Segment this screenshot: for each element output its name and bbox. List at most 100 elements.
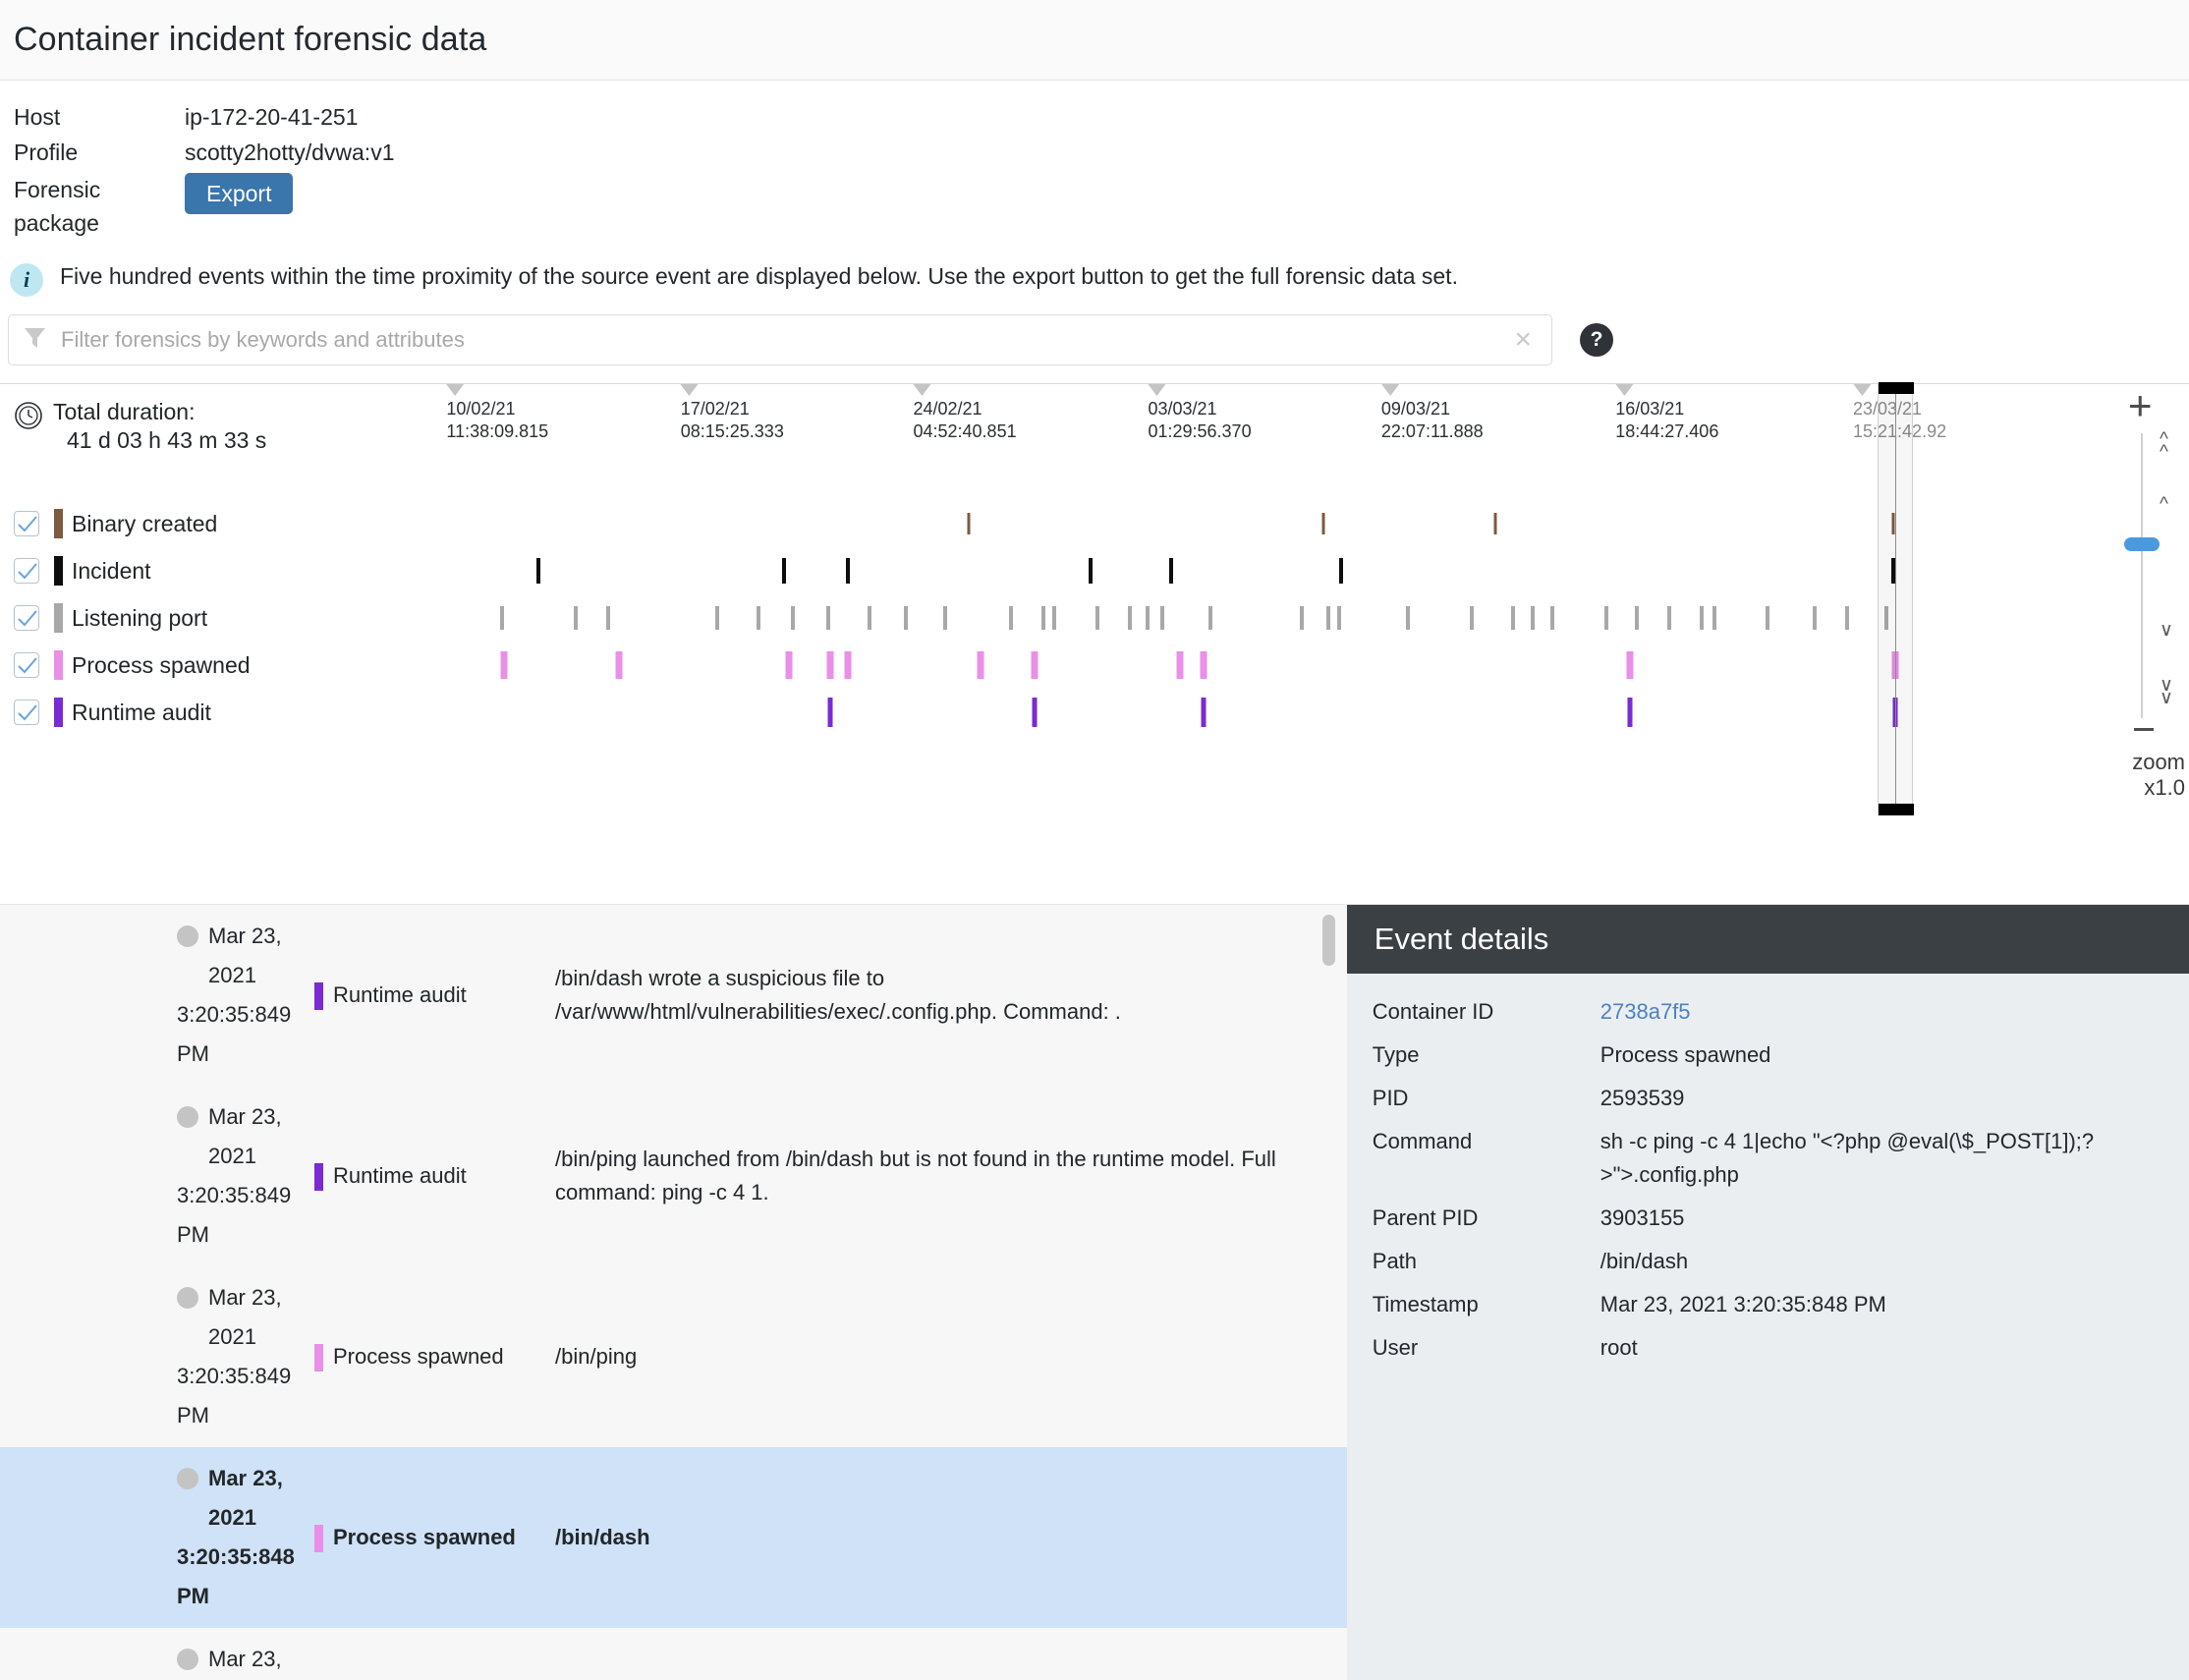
timeline-event-mark[interactable] [1008,606,1013,630]
track-legend-item[interactable]: Binary created [14,500,251,547]
timeline-event-mark[interactable] [1765,606,1769,630]
timeline-event-mark[interactable] [1510,606,1515,630]
timeline-event-mark[interactable] [1700,606,1705,630]
timeline-event-mark[interactable] [1626,651,1634,679]
timeline-event-mark[interactable] [977,651,984,679]
timeline-event-mark[interactable] [1145,606,1150,630]
timeline-selection-window[interactable] [1878,382,1915,815]
track-legend-item[interactable]: Process spawned [14,642,251,689]
timeline-event-mark[interactable] [1128,606,1133,630]
timeline-event-mark[interactable] [1493,513,1497,534]
timeline-event-mark[interactable] [500,651,508,679]
timeline-event-mark[interactable] [1051,606,1056,630]
timeline-event-mark[interactable] [1200,651,1207,679]
timeline-event-mark[interactable] [1032,698,1038,727]
timeline-event-mark[interactable] [606,606,611,630]
profile-label: Profile [14,140,79,165]
detail-row: Type Process spawned [1373,1038,2189,1072]
timeline-event-mark[interactable] [499,606,504,630]
timeline-event-mark[interactable] [1634,606,1639,630]
timeline-lane[interactable] [462,689,2083,736]
track-legend-item[interactable]: Runtime audit [14,689,251,736]
zoom-slider-track[interactable] [2141,433,2143,718]
timeline-event-mark[interactable] [826,651,834,679]
selection-handle-top[interactable] [1879,382,1915,394]
event-row[interactable]: Mar 23, 20213:20:09:895 PMRuntime audit/… [0,1628,1347,1680]
zoom-up-icon[interactable]: ^ [2160,495,2168,514]
timeline-lane[interactable] [462,500,2083,547]
timeline-event-mark[interactable] [1336,606,1341,630]
timeline-event-mark[interactable] [1031,651,1038,679]
timeline-event-mark[interactable] [1469,606,1474,630]
timeline-event-mark[interactable] [1160,606,1165,630]
track-legend-item[interactable]: Incident [14,547,251,594]
timeline-event-mark[interactable] [1208,606,1213,630]
timeline-event-mark[interactable] [827,698,833,727]
timeline-event-mark[interactable] [1176,651,1184,679]
timeline-event-mark[interactable] [1627,698,1633,727]
timeline-event-mark[interactable] [845,558,850,584]
timeline-event-mark[interactable] [1201,698,1207,727]
timeline-event-mark[interactable] [1712,606,1717,630]
timeline-event-mark[interactable] [825,606,830,630]
timeline-event-mark[interactable] [1666,606,1671,630]
timeline-event-mark[interactable] [573,606,578,630]
zoom-in-button[interactable]: + [2128,385,2153,426]
scrollbar-thumb[interactable] [1321,915,1335,966]
detail-value[interactable]: 2738a7f5 [1600,995,2189,1029]
timeline-lane[interactable] [462,642,2083,689]
track-checkbox[interactable] [14,652,39,678]
timeline-event-mark[interactable] [782,558,787,584]
zoom-down-icon[interactable]: ∨ [2160,621,2173,640]
timeline-event-mark[interactable] [1813,606,1818,630]
timeline-event-mark[interactable] [1338,558,1343,584]
timeline-plot[interactable]: 10/02/21 11:38:09.815 17/02/21 08:15:25.333… [446,382,2083,815]
timeline-event-mark[interactable] [943,606,948,630]
timeline-event-mark[interactable] [791,606,796,630]
timeline-event-mark[interactable] [1169,558,1174,584]
timeline-event-mark[interactable] [1549,606,1554,630]
timeline-event-mark[interactable] [1300,606,1305,630]
close-icon[interactable]: × [1514,325,1532,355]
filter-box[interactable]: × [8,314,1552,365]
timeline-event-mark[interactable] [714,606,719,630]
track-legend-item[interactable]: Listening port [14,594,251,642]
timeline-event-mark[interactable] [756,606,760,630]
timeline-event-mark[interactable] [867,606,871,630]
event-row[interactable]: Mar 23, 2021 3:20:35:849 PM Runtime audit /… [0,1086,1347,1266]
track-checkbox[interactable] [14,558,39,584]
export-button[interactable]: Export [185,173,294,215]
zoom-out-button[interactable] [2134,728,2154,731]
timeline-event-mark[interactable] [785,651,793,679]
timeline-event-mark[interactable] [1845,606,1850,630]
timeline-event-mark[interactable] [967,513,971,534]
timeline-event-mark[interactable] [1095,606,1100,630]
zoom-slider-thumb[interactable] [2124,537,2160,551]
timeline-event-mark[interactable] [1321,513,1325,534]
selection-handle-bottom[interactable] [1879,804,1915,815]
event-row[interactable]: Mar 23, 2021 3:20:35:849 PM Process spawne… [0,1266,1347,1447]
event-row[interactable]: Mar 23, 2021 3:20:35:849 PM Runtime audit /… [0,905,1347,1086]
timeline-event-mark[interactable] [536,558,541,584]
search-input[interactable] [59,315,1515,364]
timeline-event-mark[interactable] [844,651,852,679]
selection-needle [1895,394,1897,805]
timeline-event-mark[interactable] [1040,606,1045,630]
timeline-event-mark[interactable] [1406,606,1411,630]
zoom-down-double-icon[interactable]: ∨ ∨ [2160,676,2173,707]
timeline-event-mark[interactable] [1603,606,1608,630]
timeline-event-mark[interactable] [904,606,909,630]
track-checkbox[interactable] [14,511,39,536]
timeline-lane[interactable] [462,594,2083,642]
timeline-event-mark[interactable] [1325,606,1330,630]
timeline-event-mark[interactable] [615,651,623,679]
zoom-up-double-icon[interactable]: ^ ^ [2160,430,2168,462]
track-checkbox[interactable] [14,605,39,631]
track-checkbox[interactable] [14,700,39,725]
event-row[interactable]: Mar 23, 2021 3:20:35:848 PM Process spawne… [0,1447,1347,1628]
timeline-lane[interactable] [462,547,2083,594]
timeline-event-mark[interactable] [1530,606,1535,630]
help-icon[interactable]: ? [1580,323,1613,357]
events-list[interactable]: Mar 23, 2021 3:20:35:849 PM Runtime audit /… [0,905,1347,1680]
timeline-event-mark[interactable] [1089,558,1094,584]
